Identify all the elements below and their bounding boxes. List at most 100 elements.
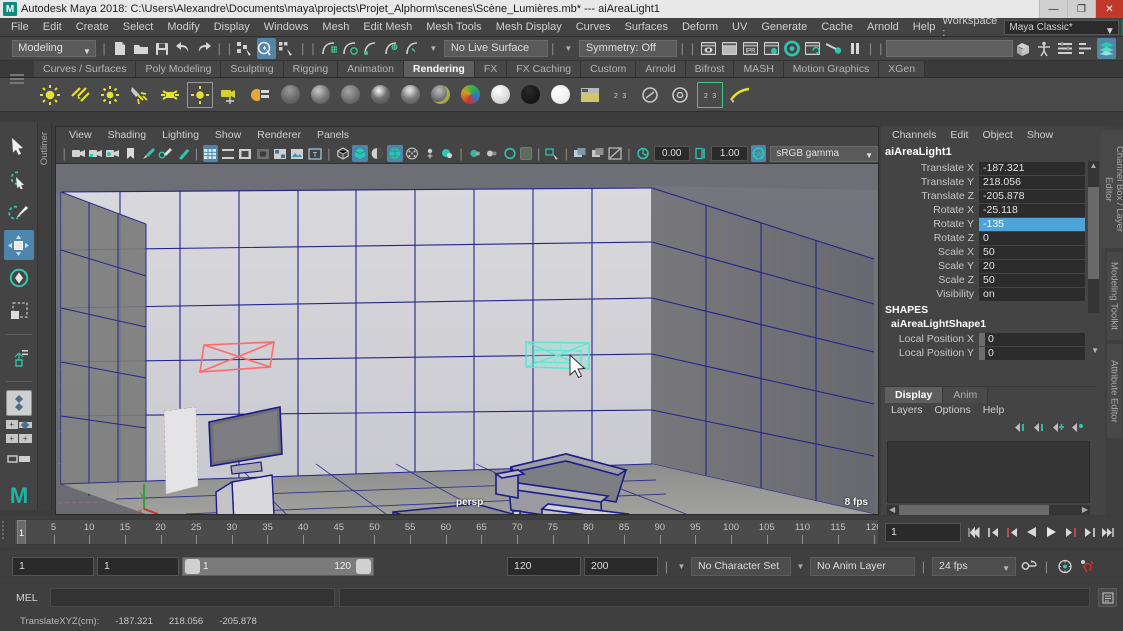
menu-select[interactable]: Select bbox=[116, 18, 161, 37]
menu-uv[interactable]: UV bbox=[725, 18, 754, 37]
lasso-select-tool-icon[interactable] bbox=[4, 165, 34, 195]
go-to-end-icon[interactable] bbox=[1098, 522, 1117, 542]
show-hide-ui-icon[interactable] bbox=[1014, 38, 1033, 59]
area-light-icon[interactable] bbox=[156, 81, 184, 109]
shelf-tab-arnold[interactable]: Arnold bbox=[636, 61, 686, 77]
channel-value[interactable]: 0 bbox=[979, 231, 1085, 245]
wireframe-icon[interactable] bbox=[335, 145, 350, 162]
new-scene-icon[interactable] bbox=[110, 38, 129, 59]
playback-start-time-field[interactable]: 1 bbox=[97, 556, 179, 576]
scrollbar-thumb[interactable] bbox=[899, 505, 1049, 515]
anim-layer-dropdown-icon[interactable]: ▼ bbox=[794, 562, 807, 571]
surface-shader-icon[interactable] bbox=[486, 81, 514, 109]
snap-to-grid-icon[interactable] bbox=[319, 38, 338, 59]
channel-box-menu-edit[interactable]: Edit bbox=[943, 126, 975, 144]
animation-start-time-field[interactable]: 1 bbox=[12, 556, 94, 576]
four-view-layout-icon[interactable] bbox=[5, 389, 32, 416]
maya-logo-toolbox-icon[interactable]: M bbox=[4, 480, 34, 510]
close-button[interactable]: ✕ bbox=[1095, 0, 1123, 18]
shelf-tab-custom[interactable]: Custom bbox=[581, 61, 637, 77]
layer-play-icon[interactable] bbox=[1033, 422, 1046, 436]
channel-value[interactable]: on bbox=[979, 287, 1085, 301]
playback-speed-dropdown[interactable]: 24 fps ▼ bbox=[932, 556, 1016, 576]
point-light-icon[interactable] bbox=[96, 81, 124, 109]
paint-icon[interactable] bbox=[140, 145, 155, 162]
side-tab-channel-box[interactable]: Channel Box / Layer Editor bbox=[1101, 130, 1123, 248]
attribute-editor-icon[interactable] bbox=[1055, 38, 1074, 59]
command-input-field[interactable] bbox=[50, 588, 335, 607]
render-texture-icon[interactable] bbox=[576, 81, 604, 109]
ipr-render-icon[interactable]: IPR bbox=[741, 38, 760, 59]
menu-display[interactable]: Display bbox=[207, 18, 257, 37]
camera-bookmark-icon[interactable] bbox=[88, 145, 103, 162]
channel-box-menu-object[interactable]: Object bbox=[975, 126, 1019, 144]
channel-row-local-position-y[interactable]: Local Position Y 0 bbox=[881, 346, 1105, 360]
shelf-tab-mash[interactable]: MASH bbox=[734, 61, 784, 77]
render-settings-icon[interactable] bbox=[762, 38, 781, 59]
time-slider-cursor[interactable]: 1 bbox=[17, 520, 26, 544]
layer-list[interactable] bbox=[887, 441, 1090, 503]
menu-file[interactable]: File bbox=[4, 18, 36, 37]
step-forward-frame-icon[interactable] bbox=[1060, 522, 1079, 542]
channel-value[interactable]: -205.878 bbox=[979, 189, 1085, 203]
volume-light-icon[interactable] bbox=[186, 81, 214, 109]
shelf-grip-handle[interactable] bbox=[10, 74, 24, 84]
gate-mask-icon[interactable] bbox=[255, 145, 270, 162]
shelf-tab-fx-caching[interactable]: FX Caching bbox=[507, 61, 582, 77]
shelf-tab-fx[interactable]: FX bbox=[474, 61, 508, 77]
viewport-menu-panels[interactable]: Panels bbox=[309, 127, 357, 144]
scroll-right-icon[interactable]: ▶ bbox=[1082, 505, 1088, 515]
batch-render-icon[interactable]: 1 2 3 1 bbox=[606, 81, 634, 109]
animation-preferences-icon[interactable] bbox=[1055, 556, 1074, 576]
paint-effects-icon[interactable] bbox=[726, 81, 754, 109]
persp-graph-layout-icon[interactable] bbox=[4, 447, 34, 477]
ramp-shader-icon[interactable] bbox=[456, 81, 484, 109]
play-backwards-icon[interactable] bbox=[1022, 522, 1041, 542]
viewport-menu-shading[interactable]: Shading bbox=[100, 127, 155, 144]
resolution-gate-icon[interactable] bbox=[237, 145, 252, 162]
range-start-handle[interactable] bbox=[185, 558, 200, 574]
channel-value[interactable]: 50 bbox=[979, 273, 1085, 287]
render-settings-panel-icon[interactable] bbox=[636, 81, 664, 109]
auto-key-icon[interactable] bbox=[1019, 556, 1038, 576]
smooth-shade-icon[interactable] bbox=[352, 145, 368, 162]
ao-icon[interactable] bbox=[439, 145, 454, 162]
lambert-material-icon[interactable] bbox=[276, 81, 304, 109]
tool-settings-icon[interactable] bbox=[1076, 38, 1095, 59]
gamma-value-field[interactable]: 1.00 bbox=[711, 146, 748, 161]
scale-tool-icon[interactable] bbox=[4, 296, 34, 326]
select-by-object-icon[interactable] bbox=[256, 38, 276, 59]
channel-value[interactable]: -187.321 bbox=[979, 161, 1085, 175]
xray-select-icon[interactable] bbox=[545, 145, 560, 162]
rigid-body-icon[interactable] bbox=[1077, 556, 1096, 576]
step-forward-keyframe-icon[interactable] bbox=[1079, 522, 1098, 542]
anisotropic-material-icon[interactable] bbox=[396, 81, 424, 109]
channel-row-scale-z[interactable]: Scale Z 50 bbox=[881, 273, 1105, 287]
outliner-side-tab[interactable]: Outliner bbox=[38, 122, 52, 510]
shelf-tab-animation[interactable]: Animation bbox=[338, 61, 404, 77]
menu-edit[interactable]: Edit bbox=[36, 18, 69, 37]
channel-row-rotate-y[interactable]: Rotate Y -135 bbox=[881, 217, 1105, 231]
grid-toggle-icon[interactable] bbox=[202, 145, 219, 162]
tab-anim[interactable]: Anim bbox=[943, 387, 989, 403]
viewport-menu-show[interactable]: Show bbox=[207, 127, 249, 144]
render-layers-icon[interactable]: 1 2 3 1 bbox=[696, 81, 724, 109]
use-background-icon[interactable] bbox=[516, 81, 544, 109]
channel-row-local-position-x[interactable]: Local Position X 0 bbox=[881, 332, 1105, 346]
gamma-control-icon[interactable] bbox=[693, 145, 708, 162]
channel-box-expand-icon[interactable]: ▼ bbox=[1091, 346, 1099, 355]
directional-light-icon[interactable] bbox=[66, 81, 94, 109]
film-gate-icon[interactable] bbox=[220, 145, 235, 162]
side-tab-attribute-editor[interactable]: Attribute Editor bbox=[1106, 344, 1122, 438]
channel-value[interactable]: 218.056 bbox=[979, 175, 1085, 189]
render-sequence-icon[interactable] bbox=[720, 38, 739, 59]
menu-edit-mesh[interactable]: Edit Mesh bbox=[356, 18, 419, 37]
channel-row-scale-x[interactable]: Scale X 50 bbox=[881, 245, 1105, 259]
menu-mesh-tools[interactable]: Mesh Tools bbox=[419, 18, 488, 37]
shelf-tab-rigging[interactable]: Rigging bbox=[283, 61, 339, 77]
menu-arnold[interactable]: Arnold bbox=[860, 18, 906, 37]
exposure-value-field[interactable]: 0.00 bbox=[653, 146, 690, 161]
time-slider-track[interactable]: 1 5 10 15 20 25 30 35 40 45 50 55 60 65 70 75 80 85 90 95 1… bbox=[14, 519, 879, 545]
menu-deform[interactable]: Deform bbox=[675, 18, 725, 37]
lighting-icon[interactable] bbox=[405, 145, 420, 162]
